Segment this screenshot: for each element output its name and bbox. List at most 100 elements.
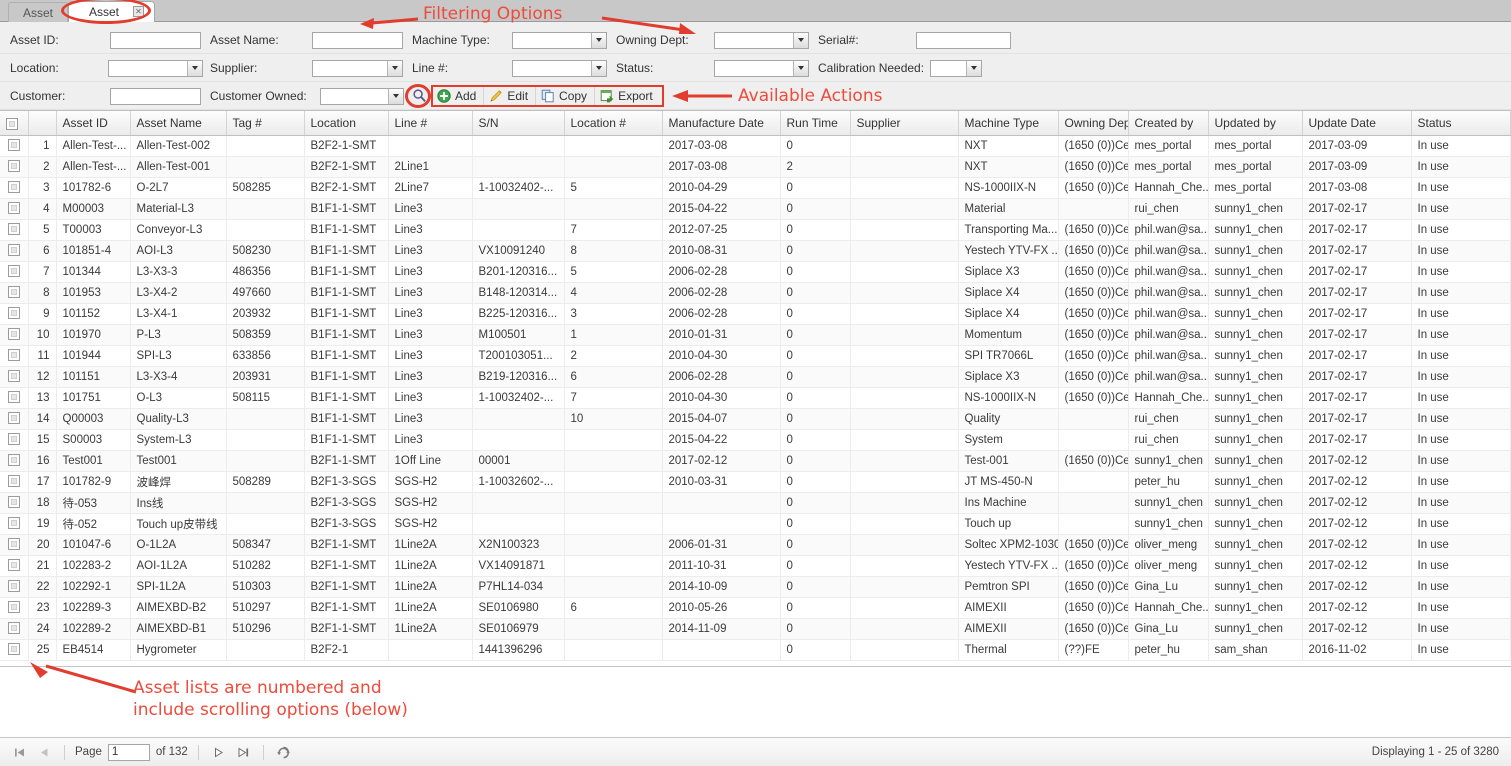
tab-asset-active[interactable]: Asset ✕ xyxy=(68,1,156,22)
row-select-checkbox[interactable] xyxy=(7,559,20,572)
row-select-checkbox[interactable] xyxy=(7,538,20,551)
table-row[interactable]: 9 101152 L3-X4-1 203932 B1F1-1-SMT Line3 B225-… xyxy=(0,303,1511,325)
row-select-checkbox[interactable] xyxy=(7,328,20,341)
table-row[interactable]: 12 101151 L3-X3-4 203931 B1F1-1-SMT Line3 B219… xyxy=(0,366,1511,388)
select-all-checkbox[interactable] xyxy=(6,117,18,130)
table-row[interactable]: 14 Q00003 Quality-L3 B1F1-1-SMT Line3 10 2015-… xyxy=(0,408,1511,430)
supplier-select[interactable] xyxy=(312,59,403,77)
previous-page-button[interactable] xyxy=(35,743,54,762)
row-select-checkbox-cell[interactable] xyxy=(0,282,29,304)
column-header-run-time[interactable]: Run Time xyxy=(780,111,851,136)
tab-module-asset[interactable]: Asset xyxy=(8,2,69,24)
customer-owned-select[interactable] xyxy=(320,87,404,105)
column-header-created-by[interactable]: Created by xyxy=(1128,111,1209,136)
column-header-update-date[interactable]: Update Date xyxy=(1302,111,1412,136)
table-row[interactable]: 15 S00003 System-L3 B1F1-1-SMT Line3 2015-04-… xyxy=(0,429,1511,451)
column-header-updated-by[interactable]: Updated by xyxy=(1208,111,1303,136)
column-header-machine-type[interactable]: Machine Type xyxy=(958,111,1059,136)
table-row[interactable]: 17 101782-9 波峰焊 508289 B2F1-3-SGS SGS-H2 1-100… xyxy=(0,471,1511,493)
close-icon[interactable]: ✕ xyxy=(133,6,145,17)
row-select-checkbox[interactable] xyxy=(7,307,20,320)
table-row[interactable]: 20 101047-6 O-1L2A 508347 B2F1-1-SMT 1Line2A X… xyxy=(0,534,1511,556)
row-select-checkbox-cell[interactable] xyxy=(0,345,29,367)
search-button[interactable] xyxy=(408,85,430,105)
row-select-checkbox[interactable] xyxy=(7,580,20,593)
machine-type-select[interactable] xyxy=(512,31,607,49)
column-header-location[interactable]: Location xyxy=(304,111,389,136)
row-select-checkbox-cell[interactable] xyxy=(0,366,29,388)
first-page-button[interactable] xyxy=(10,743,29,762)
column-header-location-number[interactable]: Location # xyxy=(564,111,663,136)
table-row[interactable]: 24 102289-2 AIMEXBD-B1 510296 B2F1-1-SMT 1Lin… xyxy=(0,618,1511,640)
row-select-checkbox-cell[interactable] xyxy=(0,492,29,514)
row-select-checkbox-cell[interactable] xyxy=(0,219,29,241)
row-select-checkbox[interactable] xyxy=(7,244,20,257)
row-select-checkbox-cell[interactable] xyxy=(0,135,29,157)
page-number-input[interactable]: 1 xyxy=(107,743,150,761)
next-page-button[interactable] xyxy=(209,743,228,762)
table-row[interactable]: 16 Test001 Test001 B2F1-1-SMT 1Off Line 00001… xyxy=(0,450,1511,472)
row-select-checkbox[interactable] xyxy=(7,349,20,362)
column-header-owning-dept[interactable]: Owning Dept xyxy=(1058,111,1129,136)
row-select-checkbox-cell[interactable] xyxy=(0,618,29,640)
row-select-checkbox[interactable] xyxy=(7,286,20,299)
row-select-checkbox[interactable] xyxy=(7,622,20,635)
table-row[interactable]: 10 101970 P-L3 508359 B1F1-1-SMT Line3 M100501… xyxy=(0,324,1511,346)
row-select-checkbox[interactable] xyxy=(7,181,20,194)
row-select-checkbox-cell[interactable] xyxy=(0,639,29,661)
table-row[interactable]: 6 101851-4 AOI-L3 508230 B1F1-1-SMT Line3 VX10… xyxy=(0,240,1511,262)
row-select-checkbox-cell[interactable] xyxy=(0,513,29,535)
row-select-checkbox-cell[interactable] xyxy=(0,408,29,430)
row-select-checkbox[interactable] xyxy=(7,433,20,446)
row-select-checkbox-cell[interactable] xyxy=(0,597,29,619)
row-select-checkbox[interactable] xyxy=(7,412,20,425)
row-select-checkbox[interactable] xyxy=(7,265,20,278)
row-select-checkbox[interactable] xyxy=(7,601,20,614)
row-select-checkbox-cell[interactable] xyxy=(0,240,29,262)
status-select[interactable] xyxy=(714,59,809,77)
row-select-checkbox-cell[interactable] xyxy=(0,156,29,178)
customer-input[interactable] xyxy=(110,87,201,105)
column-header-supplier[interactable]: Supplier xyxy=(850,111,959,136)
row-select-checkbox-cell[interactable] xyxy=(0,198,29,220)
table-row[interactable]: 18 待-053 Ins线 B2F1-3-SGS SGS-H2 0 Ins Machine s… xyxy=(0,492,1511,514)
asset-id-input[interactable] xyxy=(110,31,201,49)
serial-input[interactable] xyxy=(916,31,1011,49)
table-row[interactable]: 22 102292-1 SPI-1L2A 510303 B2F1-1-SMT 1Line2… xyxy=(0,576,1511,598)
row-select-checkbox-cell[interactable] xyxy=(0,576,29,598)
row-select-checkbox-cell[interactable] xyxy=(0,534,29,556)
column-header-tag[interactable]: Tag # xyxy=(226,111,305,136)
table-row[interactable]: 4 M00003 Material-L3 B1F1-1-SMT Line3 2015-04… xyxy=(0,198,1511,220)
table-row[interactable]: 8 101953 L3-X4-2 497660 B1F1-1-SMT Line3 B148-… xyxy=(0,282,1511,304)
column-header-asset-name[interactable]: Asset Name xyxy=(130,111,227,136)
table-row[interactable]: 13 101751 O-L3 508115 B1F1-1-SMT Line3 1-10032… xyxy=(0,387,1511,409)
row-select-checkbox-cell[interactable] xyxy=(0,261,29,283)
table-row[interactable]: 2 Allen-Test-... Allen-Test-001 B2F2-1-SMT 2… xyxy=(0,156,1511,178)
row-select-checkbox[interactable] xyxy=(7,160,20,173)
row-select-checkbox[interactable] xyxy=(7,475,20,488)
row-select-checkbox[interactable] xyxy=(7,202,20,215)
asset-grid[interactable]: Asset ID Asset Name Tag # Location Line … xyxy=(0,111,1511,667)
table-row[interactable]: 25 EB4514 Hygrometer B2F2-1 1441396296 0 Therm… xyxy=(0,639,1511,661)
row-select-checkbox[interactable] xyxy=(7,370,20,383)
row-select-checkbox-cell[interactable] xyxy=(0,429,29,451)
calibration-needed-select[interactable] xyxy=(930,59,982,77)
row-select-checkbox[interactable] xyxy=(7,517,20,530)
table-row[interactable]: 5 T00003 Conveyor-L3 B1F1-1-SMT Line3 7 2012-0… xyxy=(0,219,1511,241)
table-row[interactable]: 7 101344 L3-X3-3 486356 B1F1-1-SMT Line3 B201-… xyxy=(0,261,1511,283)
row-select-checkbox[interactable] xyxy=(7,391,20,404)
table-row[interactable]: 1 Allen-Test-... Allen-Test-002 B2F2-1-SMT 2… xyxy=(0,135,1511,157)
row-select-checkbox[interactable] xyxy=(7,643,20,656)
row-select-checkbox-cell[interactable] xyxy=(0,177,29,199)
add-button[interactable]: Add xyxy=(432,86,485,106)
table-row[interactable]: 3 101782-6 O-2L7 508285 B2F2-1-SMT 2Line7 1-10… xyxy=(0,177,1511,199)
row-select-checkbox[interactable] xyxy=(7,139,20,152)
row-select-checkbox-cell[interactable] xyxy=(0,471,29,493)
location-select[interactable] xyxy=(108,59,203,77)
table-row[interactable]: 11 101944 SPI-L3 633856 B1F1-1-SMT Line3 T2001… xyxy=(0,345,1511,367)
row-select-checkbox-cell[interactable] xyxy=(0,387,29,409)
table-row[interactable]: 19 待-052 Touch up皮带线 B2F1-3-SGS SGS-H2 0 Touch… xyxy=(0,513,1511,535)
table-row[interactable]: 21 102283-2 AOI-1L2A 510282 B2F1-1-SMT 1Line2… xyxy=(0,555,1511,577)
row-select-checkbox-cell[interactable] xyxy=(0,303,29,325)
row-select-checkbox[interactable] xyxy=(7,223,20,236)
